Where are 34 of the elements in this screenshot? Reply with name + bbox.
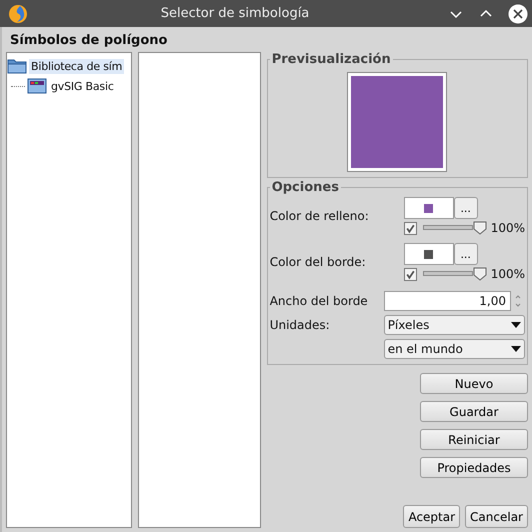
tree-item[interactable]: gvSIG Basic bbox=[49, 78, 116, 94]
folder-icon[interactable] bbox=[7, 58, 27, 74]
field-label: Color del borde: bbox=[270, 255, 367, 269]
library-icon bbox=[27, 78, 47, 94]
field-label: Ancho del borde bbox=[270, 294, 369, 308]
action-button[interactable]: Propiedades bbox=[420, 457, 528, 478]
slider-value: 100% bbox=[490, 221, 525, 235]
field-label: Unidades: bbox=[270, 318, 331, 332]
app-logo-icon bbox=[8, 4, 28, 24]
units-dropdown[interactable]: Píxeles bbox=[384, 314, 525, 334]
action-button[interactable]: Reiniciar bbox=[420, 429, 528, 450]
color-field[interactable] bbox=[404, 243, 454, 265]
group-title: Previsualización bbox=[270, 52, 392, 67]
group-title: Opciones bbox=[270, 180, 340, 195]
window-title: Selector de simbología bbox=[160, 6, 310, 21]
checkbox[interactable] bbox=[404, 222, 417, 234]
action-button[interactable]: Nuevo bbox=[420, 373, 528, 394]
color-picker-button[interactable]: ... bbox=[454, 197, 478, 219]
checkbox[interactable] bbox=[404, 268, 417, 280]
caret-icon bbox=[511, 322, 521, 328]
dialog-button[interactable]: Aceptar bbox=[403, 505, 460, 528]
field-label: Color de relleno: bbox=[270, 209, 370, 223]
reference-dropdown[interactable]: en el mundo bbox=[384, 338, 525, 358]
close-icon[interactable] bbox=[508, 4, 528, 24]
slider-thumb[interactable] bbox=[472, 267, 487, 281]
caret-icon bbox=[511, 346, 521, 352]
action-button[interactable]: Guardar bbox=[420, 401, 528, 422]
tree-item[interactable]: Biblioteca de sím bbox=[29, 58, 124, 74]
slider-value: 100% bbox=[490, 267, 525, 281]
color-picker-button[interactable]: ... bbox=[454, 243, 478, 265]
slider-thumb[interactable] bbox=[472, 221, 487, 235]
color-field[interactable] bbox=[404, 197, 454, 219]
section-heading: Símbolos de polígono bbox=[9, 32, 168, 50]
dialog-button[interactable]: Cancelar bbox=[465, 505, 528, 528]
